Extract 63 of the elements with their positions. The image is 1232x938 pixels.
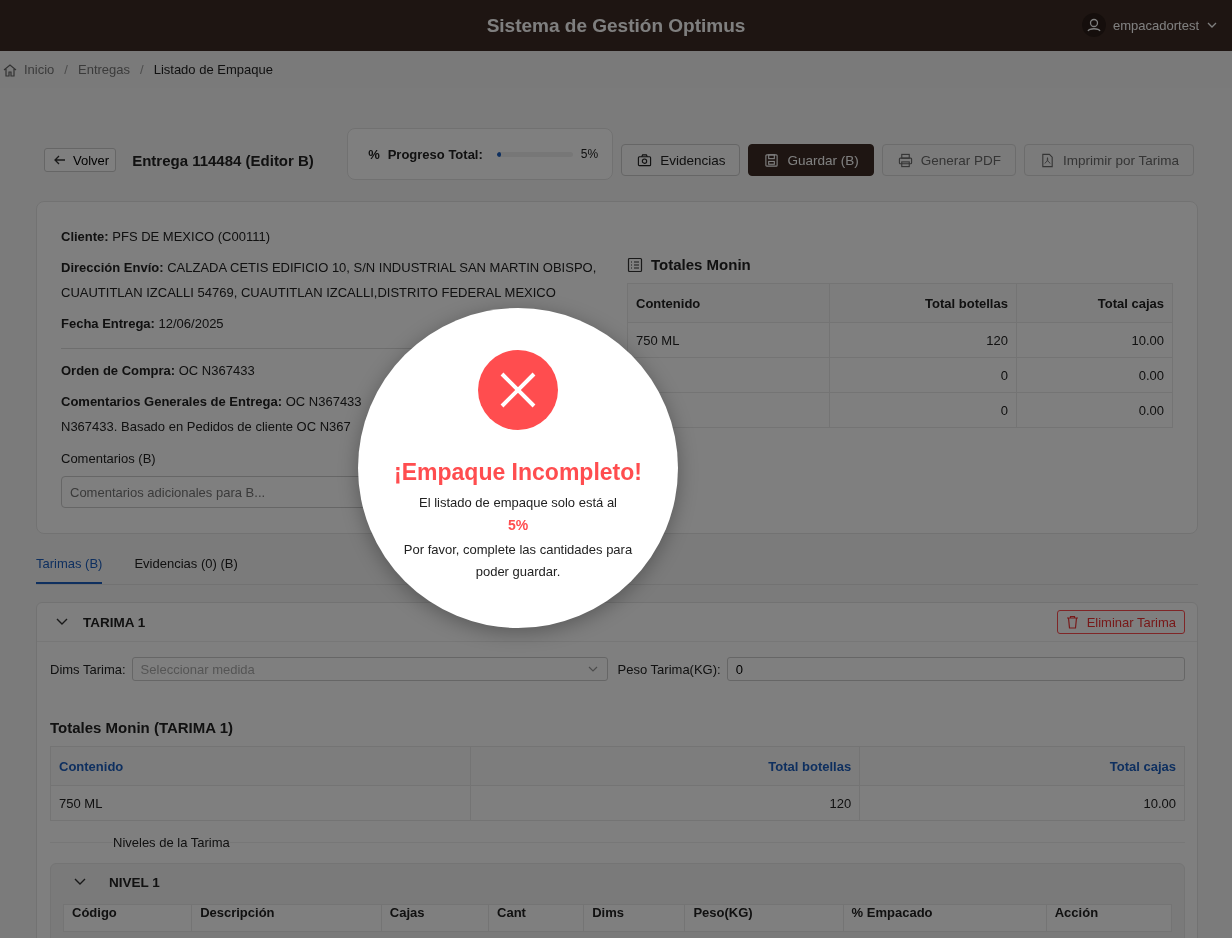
breadcrumb-separator: / bbox=[64, 62, 68, 77]
dialog-message: Por favor, complete las cantidades para poder guardar. bbox=[402, 541, 634, 581]
camera-icon bbox=[637, 152, 653, 168]
user-avatar-icon[interactable] bbox=[1082, 13, 1106, 37]
breadcrumb-link[interactable]: Inicio bbox=[24, 62, 55, 77]
info-field: Orden de Compra: OC N367433 bbox=[61, 358, 255, 383]
info-field: Comentarios Generales de Entrega: OC N367433 N367433. Basado en Pedidos de cliente OC N367 bbox=[61, 389, 362, 439]
arrow-left-icon bbox=[53, 153, 67, 167]
level-title: NIVEL 1 bbox=[109, 874, 160, 890]
column-header: % Empacado bbox=[843, 904, 1047, 932]
document-icon bbox=[1040, 152, 1055, 168]
info-field: Cliente: PFS DE MEXICO (C00111) bbox=[61, 224, 270, 249]
pallet-title: TARIMA 1 bbox=[83, 614, 146, 630]
weight-input[interactable]: 0 bbox=[726, 657, 1185, 681]
totals-title: Totales Monin bbox=[651, 256, 751, 273]
column-header: Total cajas bbox=[1016, 283, 1173, 323]
column-header: Peso(KG) bbox=[684, 904, 844, 932]
column-header: Total botellas bbox=[470, 746, 860, 786]
progress-reading: 5% bbox=[580, 147, 599, 161]
app-title: Sistema de Gestión Optimus bbox=[486, 14, 746, 37]
list-icon bbox=[627, 256, 643, 273]
printer-icon bbox=[897, 152, 913, 168]
percent-sign: % bbox=[368, 146, 380, 162]
table-cell: 10.00 bbox=[1016, 322, 1173, 358]
comments-label: Comentarios (B) bbox=[61, 451, 157, 466]
section-title: Niveles de la Tarima bbox=[113, 835, 230, 850]
breadcrumb-separator: / bbox=[140, 62, 144, 77]
column-header: Total botellas bbox=[829, 283, 1017, 323]
info-field: Fecha Entrega: 12/06/2025 bbox=[61, 311, 224, 336]
field-label: Peso Tarima(KG): bbox=[617, 661, 721, 677]
column-header: Descripción bbox=[191, 904, 382, 932]
section-title: Totales Monin (TARIMA 1) bbox=[50, 719, 235, 736]
table-cell: 0.00 bbox=[1016, 357, 1173, 393]
table-cell: 0 bbox=[829, 392, 1017, 428]
delete-pallet-button[interactable]: Eliminar Tarima bbox=[1056, 610, 1185, 634]
table-cell: 0.00 bbox=[1016, 392, 1173, 428]
back-button[interactable]: Volver bbox=[44, 148, 117, 172]
column-header: Contenido bbox=[50, 746, 471, 786]
column-header: Contenido bbox=[627, 283, 830, 323]
page-title: Entrega 114484 (Editor B) bbox=[132, 151, 315, 169]
column-header: Cant bbox=[488, 904, 584, 932]
table-cell: 10.00 bbox=[859, 785, 1185, 821]
progress-label: Progreso Total: bbox=[387, 146, 483, 162]
column-header: Total cajas bbox=[859, 746, 1185, 786]
tab[interactable]: Tarimas (B) bbox=[36, 556, 103, 584]
table-cell: 120 bbox=[829, 322, 1017, 358]
error-icon bbox=[478, 350, 558, 430]
user-name[interactable]: empacadortest bbox=[1113, 17, 1199, 33]
toolbar-button[interactable]: Guardar (B) bbox=[748, 144, 874, 176]
table-cell: 0 bbox=[829, 357, 1017, 393]
table-cell: 750 ML bbox=[50, 785, 471, 821]
info-field: Dirección Envío: CALZADA CETIS EDIFICIO 10, S/N INDUSTRIAL SAN MARTIN OBISPO, CUAUTITLAN IZCALLI 54769, CUAUTITLAN IZCALLI,DISTRITO FEDERAL MEXICO bbox=[61, 255, 601, 305]
field-label: Dims Tarima: bbox=[50, 661, 126, 677]
dialog-percent: 5% bbox=[507, 517, 529, 533]
breadcrumb-link[interactable]: Entregas bbox=[78, 62, 131, 77]
column-header: Acción bbox=[1046, 904, 1172, 932]
column-header: Código bbox=[63, 904, 192, 932]
trash-icon bbox=[1065, 615, 1079, 629]
toolbar-button[interactable]: Evidencias bbox=[621, 144, 741, 176]
table-cell: 120 bbox=[470, 785, 860, 821]
column-header: Dims bbox=[583, 904, 685, 932]
tab[interactable]: Evidencias (0) (B) bbox=[134, 556, 238, 584]
column-header: Cajas bbox=[381, 904, 489, 932]
